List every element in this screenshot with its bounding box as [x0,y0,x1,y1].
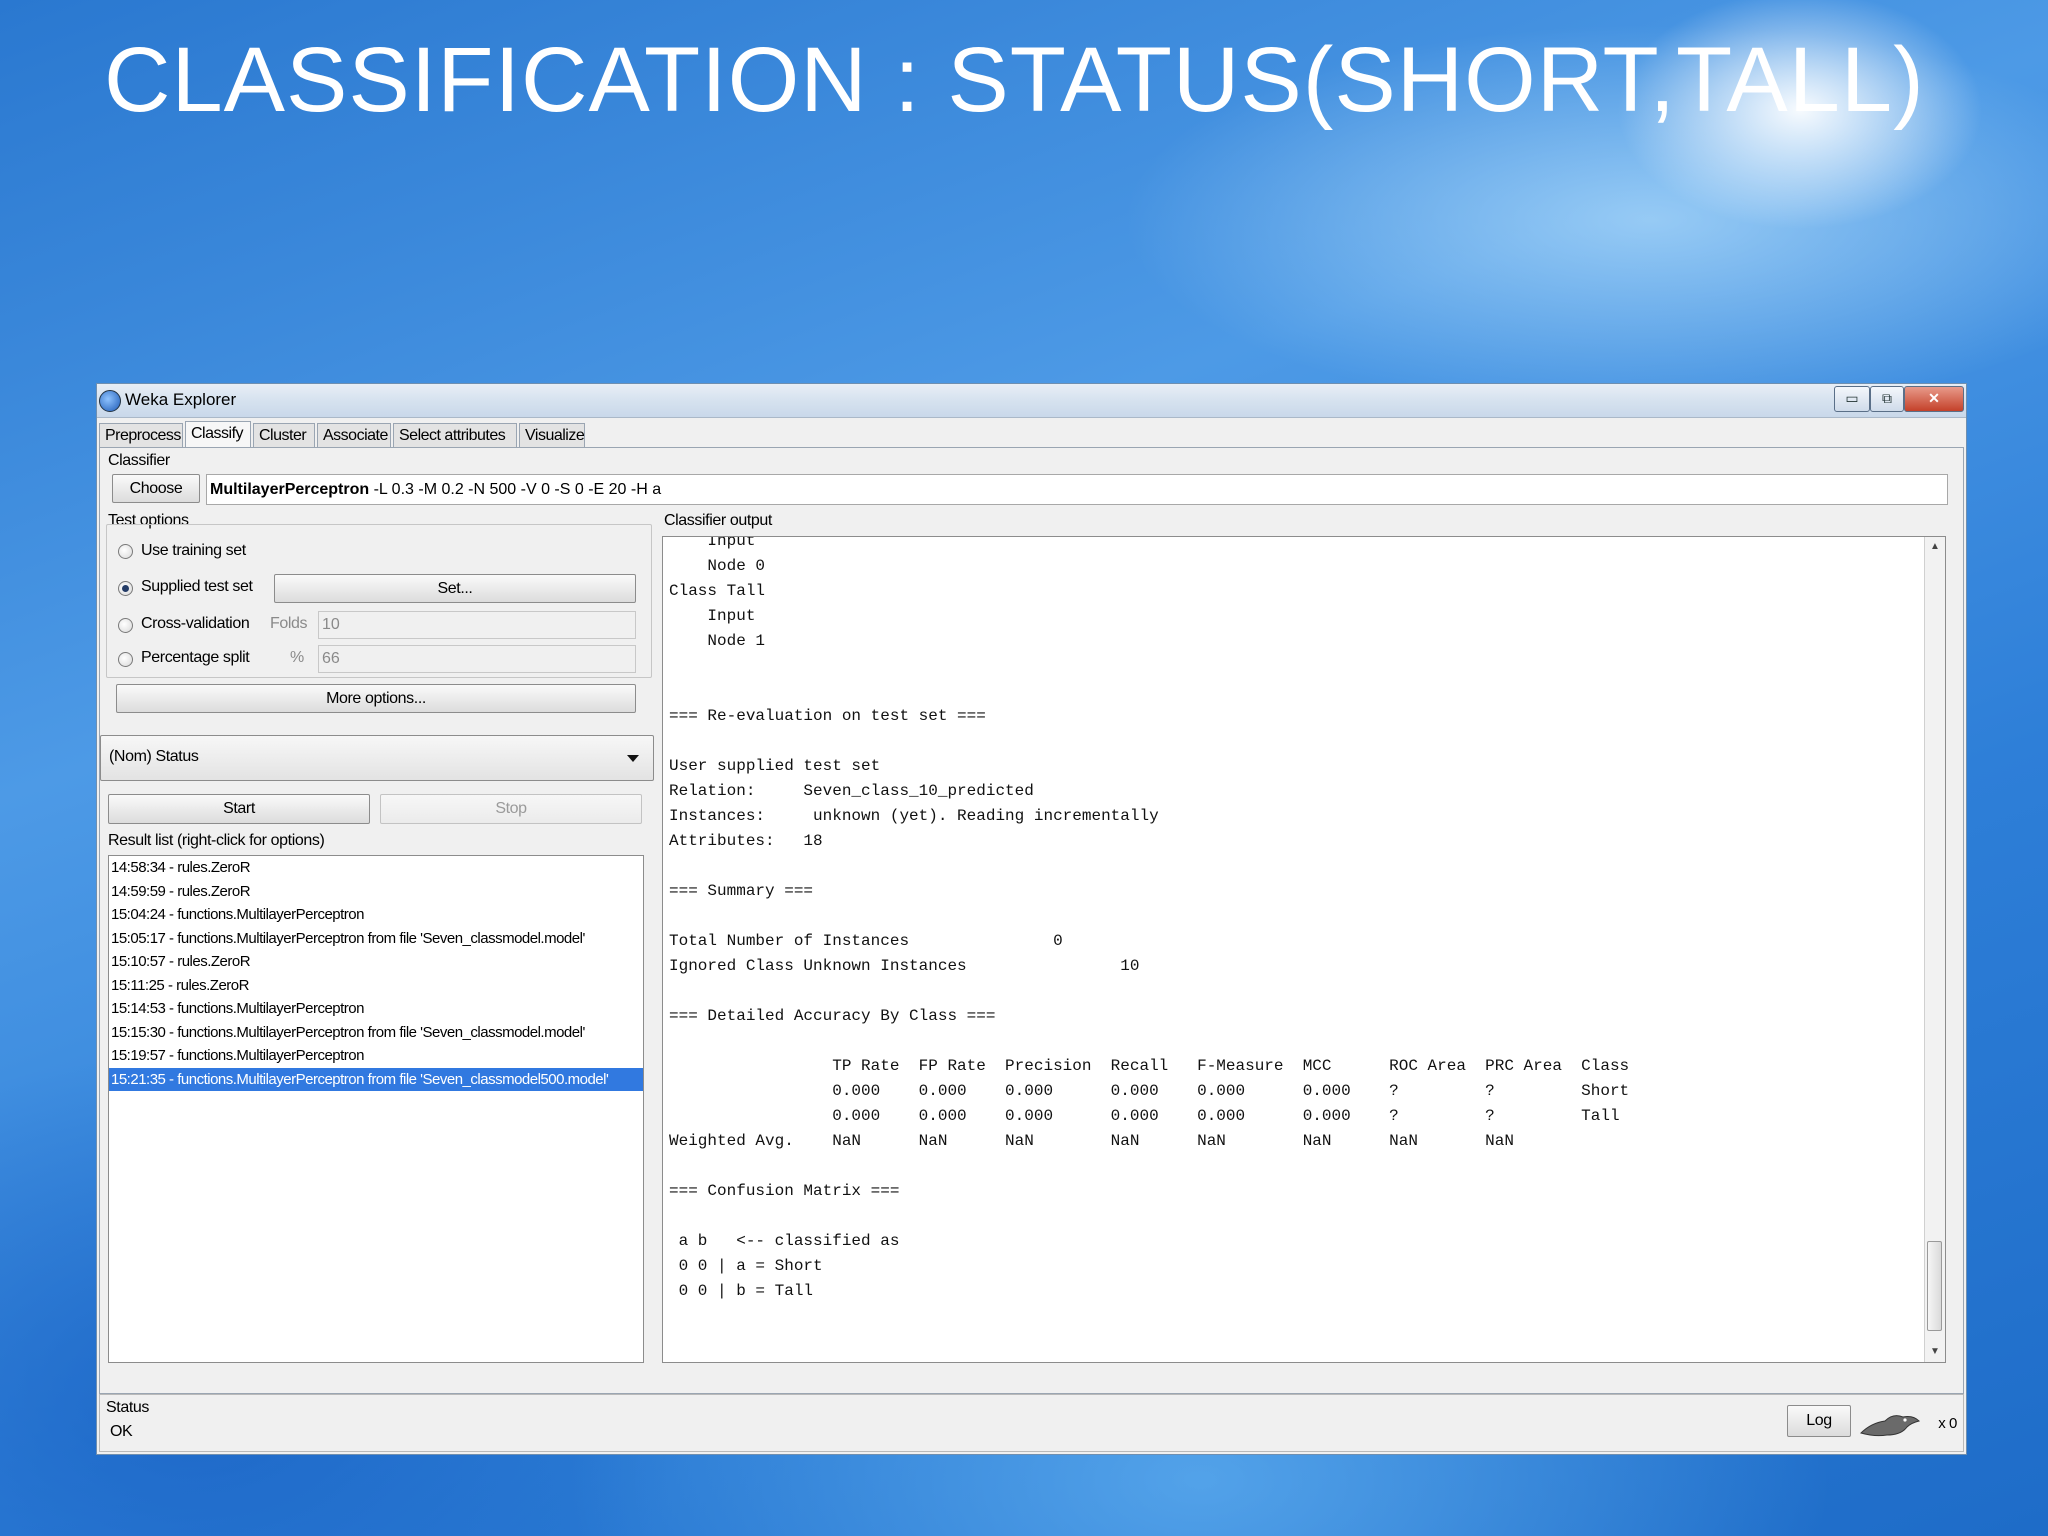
result-list-item[interactable]: 15:11:25 - rules.ZeroR [109,974,643,998]
result-list-item[interactable]: 15:19:57 - functions.MultilayerPerceptro… [109,1044,643,1068]
result-list-item-selected[interactable]: 15:21:35 - functions.MultilayerPerceptro… [109,1067,643,1091]
restore-icon: ⧉ [1882,390,1892,406]
percent-label: % [290,649,304,666]
percentage-input[interactable]: 66 [318,645,636,673]
result-list-item[interactable]: 15:04:24 - functions.MultilayerPerceptro… [109,903,643,927]
classifier-output-text: Input Node 0 Class Tall Input Node 1 ===… [669,536,1630,1300]
restore-button[interactable]: ⧉ [1870,386,1904,412]
tab-preprocess[interactable]: Preprocess [99,423,183,447]
tab-cluster[interactable]: Cluster [253,423,315,447]
classifier-options: -L 0.3 -M 0.2 -N 500 -V 0 -S 0 -E 20 -H … [369,481,662,498]
tab-associate[interactable]: Associate [317,423,391,447]
classifier-name: MultilayerPerceptron [210,481,370,498]
result-list-item[interactable]: 14:58:34 - rules.ZeroR [109,856,643,880]
chevron-down-icon [627,755,639,762]
set-test-set-button[interactable]: Set... [274,574,636,603]
percentage-split-label: Percentage split [141,649,250,666]
classifier-section-label: Classifier [108,452,170,469]
status-value: OK [110,1423,133,1440]
class-attribute-select[interactable]: (Nom) Status [100,735,654,781]
close-button[interactable]: ✕ [1904,386,1964,412]
classifier-config-field[interactable]: MultilayerPerceptron -L 0.3 -M 0.2 -N 50… [206,474,1948,505]
supplied-test-set-label: Supplied test set [141,578,253,595]
minimize-icon: ▭ [1845,390,1859,406]
scroll-up-icon[interactable]: ▲ [1925,537,1945,557]
choose-classifier-button[interactable]: Choose [112,474,200,503]
weka-app-icon [99,390,121,412]
folds-input[interactable]: 10 [318,611,636,639]
log-button[interactable]: Log [1787,1405,1851,1437]
tab-visualize[interactable]: Visualize [519,423,585,447]
slide-title: CLASSIFICATION : STATUS(SHORT,TALL) [104,29,1925,131]
class-attribute-value: (Nom) Status [109,748,199,765]
cross-validation-label: Cross-validation [141,615,250,632]
result-list-item[interactable]: 15:15:30 - functions.MultilayerPerceptro… [109,1021,643,1045]
scrollbar-thumb[interactable] [1927,1241,1942,1331]
result-list-item[interactable]: 14:59:59 - rules.ZeroR [109,880,643,904]
status-bar: Status OK Log x 0 [99,1394,1964,1452]
window-title: Weka Explorer [125,390,237,409]
minimize-button[interactable]: ▭ [1834,386,1870,412]
result-list-item[interactable]: 15:10:57 - rules.ZeroR [109,950,643,974]
close-icon: ✕ [1928,390,1940,406]
tab-select-attributes[interactable]: Select attributes [393,423,517,447]
task-count: x 0 [1938,1415,1957,1432]
title-bar[interactable]: Weka Explorer ▭ ⧉ ✕ [97,384,1966,418]
result-list-item[interactable]: 15:05:17 - functions.MultilayerPerceptro… [109,927,643,951]
folds-label: Folds [270,615,308,632]
stop-button[interactable]: Stop [380,794,642,824]
percentage-split-radio[interactable] [118,652,133,667]
classifier-output-text-area[interactable]: Input Node 0 Class Tall Input Node 1 ===… [662,536,1946,1363]
classifier-output-label: Classifier output [664,512,772,529]
tab-classify[interactable]: Classify [185,421,251,449]
cross-validation-radio[interactable] [118,618,133,633]
supplied-test-set-radio[interactable] [118,581,133,596]
weka-bird-icon[interactable] [1857,1409,1923,1439]
result-list-item[interactable]: 15:14:53 - functions.MultilayerPerceptro… [109,997,643,1021]
use-training-set-radio[interactable] [118,544,133,559]
use-training-set-label: Use training set [141,542,246,559]
status-label: Status [106,1399,149,1416]
output-scrollbar[interactable]: ▲ ▼ [1924,537,1945,1362]
result-list[interactable]: 14:58:34 - rules.ZeroR 14:59:59 - rules.… [108,855,644,1363]
more-options-button[interactable]: More options... [116,684,636,713]
scroll-down-icon[interactable]: ▼ [1925,1342,1945,1362]
start-button[interactable]: Start [108,794,370,824]
result-list-label: Result list (right-click for options) [108,832,325,849]
weka-explorer-window: Weka Explorer ▭ ⧉ ✕ Preprocess Classify … [96,383,1967,1455]
classify-panel: Classifier Choose MultilayerPerceptron -… [99,447,1964,1394]
